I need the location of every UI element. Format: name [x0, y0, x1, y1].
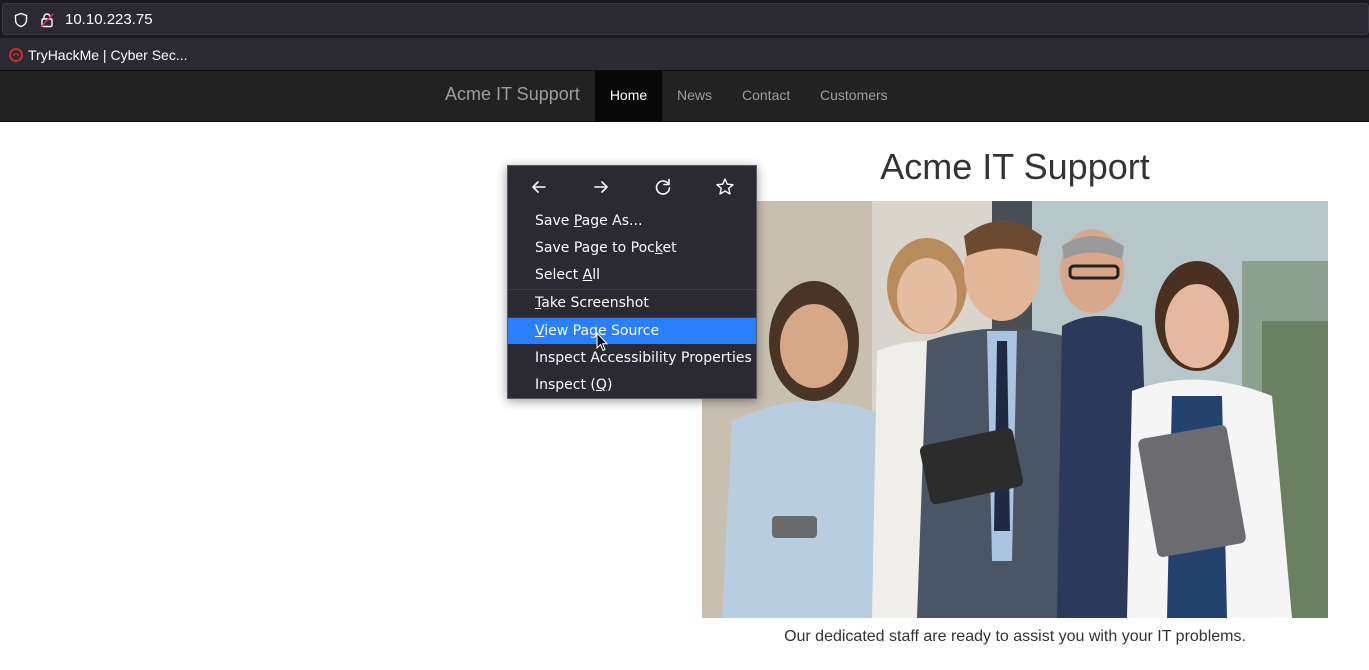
menu-item-text: Save Page to Poc: [535, 240, 655, 256]
nav-customers[interactable]: Customers: [820, 71, 888, 121]
team-photo-illustration: [702, 201, 1328, 618]
menu-item-inspect[interactable]: Inspect (Q): [508, 372, 756, 398]
menu-item-accesskey: V: [535, 323, 545, 339]
context-menu-navigation: [508, 166, 756, 208]
menu-item-text: ll: [592, 267, 600, 283]
menu-item-select-all[interactable]: Select All: [508, 262, 756, 288]
menu-item-text: Save: [535, 213, 574, 229]
mouse-cursor-icon: [596, 332, 608, 352]
menu-item-text: ake Screenshot: [541, 295, 649, 311]
team-photo: [702, 201, 1328, 618]
nav-home[interactable]: Home: [595, 71, 662, 121]
site-brand[interactable]: Acme IT Support: [445, 84, 580, 105]
nav-news[interactable]: News: [677, 71, 712, 121]
menu-item-take-screenshot[interactable]: Take Screenshot: [508, 290, 756, 316]
menu-item-view-page-source[interactable]: View Page Source: [508, 318, 756, 344]
menu-item-text: ): [606, 377, 613, 393]
menu-item-inspect-accessibility[interactable]: Inspect Accessibility Properties: [508, 345, 756, 371]
page-title: Acme IT Support: [880, 146, 1150, 187]
browser-toolbar: 10.10.223.75: [0, 0, 1369, 38]
back-arrow-icon[interactable]: [528, 176, 550, 198]
menu-item-text: age As...: [581, 213, 643, 229]
url-text[interactable]: 10.10.223.75: [65, 10, 153, 30]
menu-item-save-to-pocket[interactable]: Save Page to Pocket: [508, 235, 756, 261]
context-menu: Save Page As... Save Page to Pocket Sele…: [507, 165, 757, 399]
shield-icon[interactable]: [13, 12, 29, 28]
bookmarks-toolbar: TryHackMe | Cyber Sec...: [0, 38, 1369, 71]
menu-item-text: Select: [535, 267, 583, 283]
address-bar[interactable]: 10.10.223.75: [2, 3, 1369, 35]
menu-item-accesskey: A: [582, 267, 593, 283]
menu-item-save-page-as[interactable]: Save Page As...: [508, 208, 756, 234]
reload-icon[interactable]: [652, 176, 674, 198]
nav-contact[interactable]: Contact: [742, 71, 790, 121]
menu-item-text: Inspect (: [535, 377, 596, 393]
bookmark-star-icon[interactable]: [714, 176, 736, 198]
menu-item-accesskey: Q: [595, 377, 607, 393]
forward-arrow-icon[interactable]: [590, 176, 612, 198]
site-navbar: Acme IT Support Home News Contact Custom…: [0, 71, 1369, 122]
menu-item-text: Inspect Accessibility Properties: [535, 350, 752, 366]
menu-item-accesskey: P: [573, 213, 582, 229]
photo-caption: Our dedicated staff are ready to assist …: [784, 628, 1246, 645]
bookmark-tryhackme[interactable]: TryHackMe | Cyber Sec...: [8, 45, 187, 65]
bookmark-label: TryHackMe | Cyber Sec...: [28, 47, 188, 63]
insecure-lock-icon[interactable]: [39, 12, 55, 28]
menu-item-text: et: [662, 240, 677, 256]
tryhackme-favicon-icon: [9, 48, 23, 62]
